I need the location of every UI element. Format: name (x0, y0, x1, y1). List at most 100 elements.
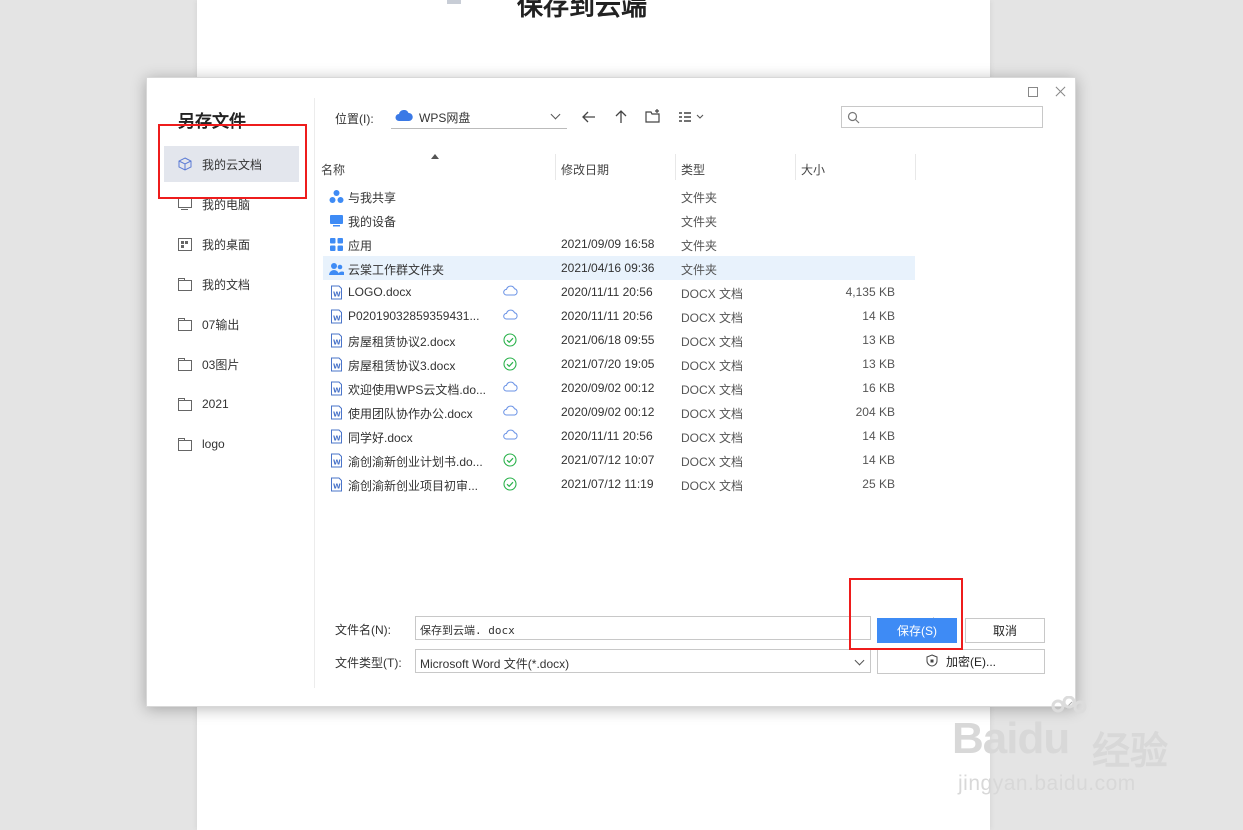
close-icon[interactable] (1053, 84, 1069, 100)
column-divider[interactable] (915, 154, 916, 180)
file-size: 14 KB (862, 429, 895, 443)
cloud-sync-icon (503, 381, 518, 395)
synced-check-icon (503, 357, 517, 374)
computer-icon (178, 197, 192, 211)
word-doc-icon: W (329, 381, 344, 396)
sidebar-item-label: 我的桌面 (202, 237, 251, 252)
word-doc-icon: W (329, 357, 344, 372)
file-row[interactable]: W 同学好.docx 2020/11/11 20:56 DOCX 文档 14 KB (323, 424, 915, 448)
file-size: 16 KB (862, 381, 895, 395)
file-row[interactable]: W P02019032859359431... 2020/11/11 20:56 DO… (323, 304, 915, 328)
sidebar-item-logo[interactable]: logo (164, 426, 299, 462)
file-size: 14 KB (862, 309, 895, 323)
file-type: DOCX 文档 (681, 311, 744, 325)
file-row[interactable]: W 使用团队协作办公.docx 2020/09/02 00:12 DOCX 文档 204… (323, 400, 915, 424)
word-doc-icon: W (329, 429, 344, 444)
file-type: DOCX 文档 (681, 431, 744, 445)
file-type: 文件夹 (681, 263, 718, 277)
column-divider[interactable] (795, 154, 796, 180)
word-doc-icon: W (329, 453, 344, 468)
up-arrow-icon[interactable] (611, 108, 631, 126)
file-row[interactable]: W 欢迎使用WPS云文档.do... 2020/09/02 00:12 DOCX 文档… (323, 376, 915, 400)
sidebar-divider (314, 98, 315, 688)
sidebar-item-label: 我的文档 (202, 277, 251, 292)
column-divider[interactable] (555, 154, 556, 180)
file-name: P02019032859359431... (348, 309, 480, 323)
file-size: 204 KB (855, 405, 895, 419)
word-doc-icon: W (329, 309, 344, 324)
document-ruler-mark (447, 0, 461, 4)
svg-text:W: W (333, 387, 341, 395)
folder-icon (178, 437, 192, 451)
svg-text:W: W (333, 459, 341, 467)
file-row[interactable]: 应用 2021/09/09 16:58 文件夹 (323, 232, 915, 256)
synced-check-icon (503, 453, 517, 470)
file-row[interactable]: W 房屋租赁协议2.docx 2021/06/18 09:55 DOCX 文档 13 K… (323, 328, 915, 352)
column-size[interactable]: 大小 (801, 161, 825, 178)
watermark-url: jingyan.baidu.com (958, 772, 1136, 795)
file-name: 房屋租赁协议3.docx (348, 359, 456, 373)
file-type: DOCX 文档 (681, 479, 744, 493)
sidebar-item-my-desktop[interactable]: 我的桌面 (164, 226, 299, 262)
word-doc-icon: W (329, 477, 344, 492)
file-row[interactable]: 与我共享 文件夹 (323, 184, 915, 208)
location-label: 位置(I): (335, 112, 374, 126)
wps-cloud-icon (395, 109, 413, 125)
cancel-button-label: 取消 (992, 624, 1017, 638)
file-size: 13 KB (862, 333, 895, 347)
file-row[interactable]: 我的设备 文件夹 (323, 208, 915, 232)
new-folder-icon[interactable] (643, 108, 663, 126)
cloud-sync-icon (503, 405, 518, 419)
filename-value: 保存到云端. docx (420, 624, 515, 637)
chevron-down-icon (550, 109, 561, 120)
file-size: 25 KB (862, 477, 895, 491)
column-name[interactable]: 名称 (321, 161, 345, 178)
location-dropdown[interactable]: WPS网盘 (391, 106, 567, 129)
file-modified-date: 2021/09/09 16:58 (561, 237, 655, 251)
desktop-icon (178, 237, 192, 251)
svg-text:W: W (333, 291, 341, 299)
back-arrow-icon[interactable] (579, 108, 599, 126)
file-name: 我的设备 (348, 215, 397, 229)
file-size: 4,135 KB (845, 285, 895, 299)
file-size: 13 KB (862, 357, 895, 371)
cloud-sync-icon (503, 429, 518, 443)
file-row[interactable]: 云棠工作群文件夹 2021/04/16 09:36 文件夹 (323, 256, 915, 280)
column-type[interactable]: 类型 (681, 161, 705, 178)
svg-text:W: W (333, 411, 341, 419)
encrypt-button[interactable]: 加密(E)... (877, 649, 1045, 674)
sidebar-item-03-images[interactable]: 03图片 (164, 346, 299, 382)
search-input[interactable] (841, 106, 1043, 128)
filename-field[interactable]: 保存到云端. docx (415, 616, 948, 641)
maximize-icon[interactable] (1025, 84, 1041, 100)
file-type: 文件夹 (681, 191, 718, 205)
sidebar-item-label: logo (202, 437, 225, 451)
svg-text:W: W (333, 315, 341, 323)
shield-lock-icon (926, 653, 938, 670)
file-list-header: 名称 修改日期 类型 大小 (315, 154, 916, 182)
file-row[interactable]: W LOGO.docx 2020/11/11 20:56 DOCX 文档 4,135 K… (323, 280, 915, 304)
word-doc-icon: W (329, 405, 344, 420)
file-row[interactable]: W 渝创渝新创业计划书.do... 2021/07/12 10:07 DOCX 文档 1… (323, 448, 915, 472)
file-modified-date: 2021/07/20 19:05 (561, 357, 655, 371)
apps-folder-icon (329, 237, 344, 252)
file-type: DOCX 文档 (681, 287, 744, 301)
column-divider[interactable] (675, 154, 676, 180)
sidebar-item-07-output[interactable]: 07输出 (164, 306, 299, 342)
sidebar-item-2021[interactable]: 2021 (164, 386, 299, 422)
filetype-select[interactable]: Microsoft Word 文件(*.docx) (415, 649, 871, 673)
watermark-logo-text: Baidu (952, 714, 1070, 763)
highlight-box-save (849, 578, 963, 650)
file-row[interactable]: W 渝创渝新创业项目初审... 2021/07/12 11:19 DOCX 文档 25 … (323, 472, 915, 496)
svg-text:W: W (333, 435, 341, 443)
column-modified[interactable]: 修改日期 (561, 161, 609, 178)
file-modified-date: 2021/06/18 09:55 (561, 333, 655, 347)
sidebar-item-my-documents[interactable]: 我的文档 (164, 266, 299, 302)
file-type: DOCX 文档 (681, 383, 744, 397)
cancel-button[interactable]: 取消 (965, 618, 1045, 643)
view-mode-icon[interactable] (677, 108, 709, 126)
file-name: 房屋租赁协议2.docx (348, 335, 456, 349)
file-modified-date: 2020/11/11 20:56 (561, 285, 653, 299)
file-list: 与我共享 文件夹 我的设备 文件夹 应用 2021/09/09 16:58 文件夹 云棠工作群… (323, 184, 915, 496)
file-row[interactable]: W 房屋租赁协议3.docx 2021/07/20 19:05 DOCX 文档 13 K… (323, 352, 915, 376)
